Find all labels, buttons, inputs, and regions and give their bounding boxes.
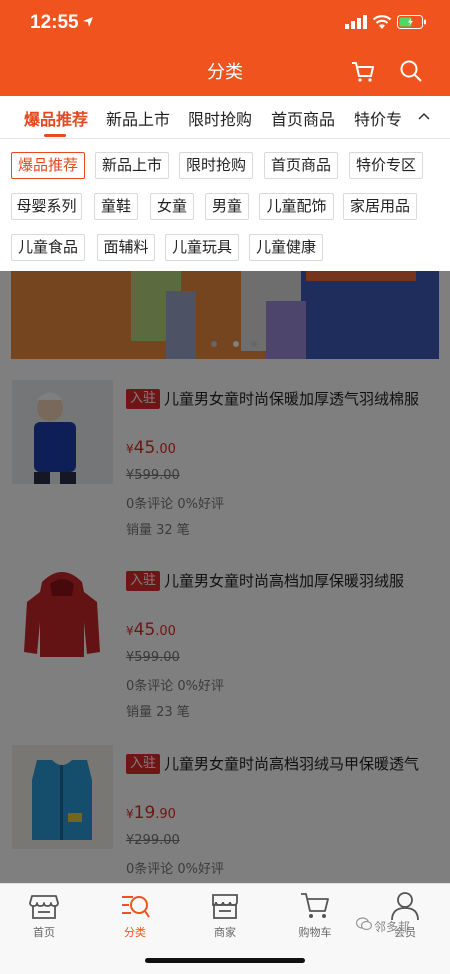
- tab-home-products[interactable]: 首页商品: [271, 106, 335, 130]
- nav-label: 购物车: [298, 926, 332, 939]
- cellular-signal-icon: [345, 15, 367, 29]
- category-chip[interactable]: 新品上市: [95, 152, 169, 179]
- wechat-icon: [356, 917, 372, 931]
- category-search-icon: [122, 896, 150, 918]
- nav-category[interactable]: 分类: [105, 890, 165, 940]
- category-chip[interactable]: 童鞋: [94, 193, 138, 220]
- cart-icon[interactable]: [351, 60, 375, 84]
- category-chip[interactable]: 儿童食品: [11, 234, 85, 261]
- tab-hot[interactable]: 爆品推荐: [24, 106, 88, 130]
- dim-overlay[interactable]: [0, 271, 450, 883]
- category-chip[interactable]: 儿童健康: [249, 234, 323, 261]
- home-indicator: [145, 958, 305, 963]
- nav-label: 分类: [124, 926, 146, 939]
- search-icon[interactable]: [400, 60, 422, 82]
- nav-cart[interactable]: 购物车: [285, 890, 345, 940]
- tab-new[interactable]: 新品上市: [106, 106, 170, 130]
- nav-label: 商家: [214, 926, 236, 939]
- nav-merchant[interactable]: 商家: [195, 890, 255, 940]
- category-panel: 爆品推荐 新品上市 限时抢购 首页商品 特价专区 母婴系列 童鞋 女童 男童 儿…: [0, 139, 450, 271]
- category-chip[interactable]: 限时抢购: [179, 152, 253, 179]
- category-chip[interactable]: 母婴系列: [11, 193, 82, 220]
- category-chip[interactable]: 儿童配饰: [259, 193, 334, 220]
- category-chip[interactable]: 特价专区: [349, 152, 423, 179]
- location-arrow-icon: [83, 17, 93, 27]
- wifi-icon: [372, 15, 392, 29]
- category-chip[interactable]: 儿童玩具: [165, 234, 239, 261]
- page-title: 分类: [207, 62, 243, 83]
- store-icon: [29, 895, 59, 919]
- battery-icon: [397, 15, 426, 29]
- nav-label: 首页: [33, 926, 55, 939]
- watermark: 邻多邦: [374, 920, 411, 934]
- category-chip[interactable]: 爆品推荐: [11, 152, 85, 179]
- category-chip[interactable]: 女童: [150, 193, 194, 220]
- category-tabs: 爆品推荐 新品上市 限时抢购 首页商品 特价专: [0, 96, 450, 139]
- tab-flash-sale[interactable]: 限时抢购: [188, 106, 252, 130]
- category-chip[interactable]: 家居用品: [343, 193, 417, 220]
- status-bar: 12:55: [0, 0, 450, 48]
- tab-special[interactable]: 特价专: [354, 106, 402, 130]
- active-tab-indicator: [44, 134, 66, 137]
- status-time: 12:55: [30, 12, 79, 33]
- category-chip[interactable]: 面辅料: [97, 234, 155, 261]
- shop-icon: [212, 894, 238, 919]
- cart-icon: [301, 893, 329, 918]
- category-chip[interactable]: 男童: [205, 193, 249, 220]
- app-header: 12:55 分类: [0, 0, 450, 96]
- nav-home[interactable]: 首页: [14, 890, 74, 940]
- category-chip[interactable]: 首页商品: [264, 152, 338, 179]
- chevron-up-icon[interactable]: [418, 112, 430, 120]
